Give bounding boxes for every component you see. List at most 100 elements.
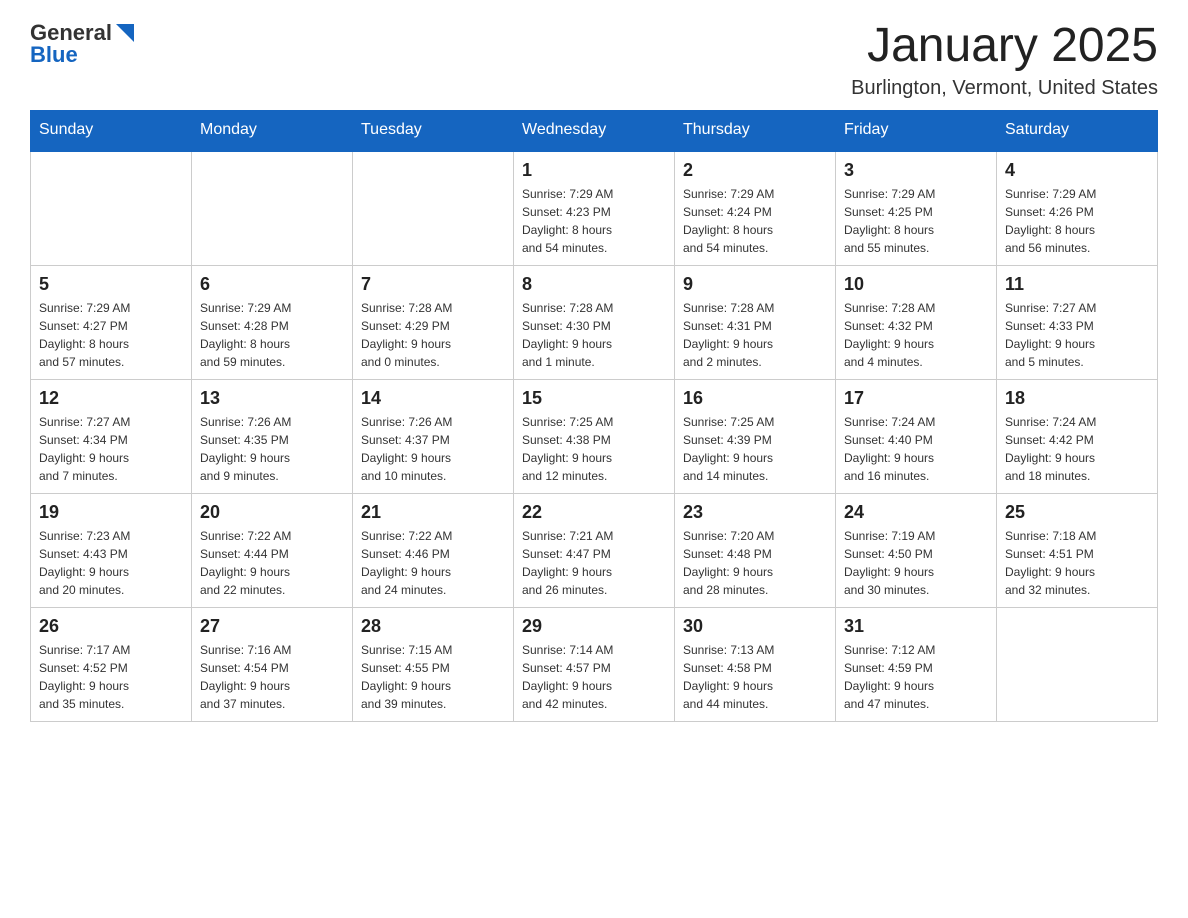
weekday-header-friday: Friday (836, 110, 997, 150)
day-info: Sunrise: 7:12 AM Sunset: 4:59 PM Dayligh… (844, 641, 988, 713)
day-cell-19: 19 Sunrise: 7:23 AM Sunset: 4:43 PM Dayli… (31, 493, 192, 607)
day-cell-4: 4 Sunrise: 7:29 AM Sunset: 4:26 PM Daylig… (997, 150, 1158, 265)
day-info: Sunrise: 7:17 AM Sunset: 4:52 PM Dayligh… (39, 641, 183, 713)
day-info: Sunrise: 7:29 AM Sunset: 4:28 PM Dayligh… (200, 299, 344, 371)
weekday-header-monday: Monday (192, 110, 353, 150)
day-number: 21 (361, 502, 505, 523)
weekday-header-tuesday: Tuesday (353, 110, 514, 150)
day-number: 24 (844, 502, 988, 523)
day-cell-16: 16 Sunrise: 7:25 AM Sunset: 4:39 PM Dayli… (675, 379, 836, 493)
page-header: General Blue January 2025 Burlington, Ve… (30, 20, 1158, 100)
day-number: 28 (361, 616, 505, 637)
week-row-4: 19 Sunrise: 7:23 AM Sunset: 4:43 PM Dayli… (31, 493, 1158, 607)
day-info: Sunrise: 7:28 AM Sunset: 4:29 PM Dayligh… (361, 299, 505, 371)
day-info: Sunrise: 7:23 AM Sunset: 4:43 PM Dayligh… (39, 527, 183, 599)
day-number: 31 (844, 616, 988, 637)
day-info: Sunrise: 7:29 AM Sunset: 4:26 PM Dayligh… (1005, 185, 1149, 257)
day-info: Sunrise: 7:29 AM Sunset: 4:23 PM Dayligh… (522, 185, 666, 257)
calendar-table: SundayMondayTuesdayWednesdayThursdayFrid… (30, 110, 1158, 722)
day-number: 20 (200, 502, 344, 523)
day-number: 6 (200, 274, 344, 295)
day-info: Sunrise: 7:24 AM Sunset: 4:42 PM Dayligh… (1005, 413, 1149, 485)
day-number: 11 (1005, 274, 1149, 295)
day-number: 3 (844, 160, 988, 181)
day-info: Sunrise: 7:28 AM Sunset: 4:32 PM Dayligh… (844, 299, 988, 371)
day-info: Sunrise: 7:26 AM Sunset: 4:37 PM Dayligh… (361, 413, 505, 485)
day-cell-13: 13 Sunrise: 7:26 AM Sunset: 4:35 PM Dayli… (192, 379, 353, 493)
weekday-header-wednesday: Wednesday (514, 110, 675, 150)
day-cell-21: 21 Sunrise: 7:22 AM Sunset: 4:46 PM Dayli… (353, 493, 514, 607)
day-cell-23: 23Sunrise: 7:20 AM Sunset: 4:48 PM Dayli… (675, 493, 836, 607)
day-number: 27 (200, 616, 344, 637)
day-cell-11: 11 Sunrise: 7:27 AM Sunset: 4:33 PM Dayli… (997, 265, 1158, 379)
empty-cell (31, 150, 192, 265)
day-number: 17 (844, 388, 988, 409)
day-number: 7 (361, 274, 505, 295)
logo-arrow-icon (116, 24, 134, 42)
day-info: Sunrise: 7:20 AM Sunset: 4:48 PM Dayligh… (683, 527, 827, 599)
day-cell-15: 15 Sunrise: 7:25 AM Sunset: 4:38 PM Dayli… (514, 379, 675, 493)
day-cell-17: 17 Sunrise: 7:24 AM Sunset: 4:40 PM Dayli… (836, 379, 997, 493)
day-cell-22: 22Sunrise: 7:21 AM Sunset: 4:47 PM Dayli… (514, 493, 675, 607)
day-number: 8 (522, 274, 666, 295)
day-cell-12: 12 Sunrise: 7:27 AM Sunset: 4:34 PM Dayli… (31, 379, 192, 493)
empty-cell (192, 150, 353, 265)
day-number: 18 (1005, 388, 1149, 409)
day-cell-5: 5Sunrise: 7:29 AM Sunset: 4:27 PM Daylig… (31, 265, 192, 379)
day-info: Sunrise: 7:29 AM Sunset: 4:24 PM Dayligh… (683, 185, 827, 257)
day-number: 15 (522, 388, 666, 409)
day-info: Sunrise: 7:27 AM Sunset: 4:33 PM Dayligh… (1005, 299, 1149, 371)
day-info: Sunrise: 7:25 AM Sunset: 4:38 PM Dayligh… (522, 413, 666, 485)
day-cell-26: 26 Sunrise: 7:17 AM Sunset: 4:52 PM Dayli… (31, 607, 192, 721)
day-info: Sunrise: 7:19 AM Sunset: 4:50 PM Dayligh… (844, 527, 988, 599)
day-cell-10: 10 Sunrise: 7:28 AM Sunset: 4:32 PM Dayli… (836, 265, 997, 379)
weekday-row: SundayMondayTuesdayWednesdayThursdayFrid… (31, 110, 1158, 150)
day-number: 4 (1005, 160, 1149, 181)
day-number: 9 (683, 274, 827, 295)
day-number: 29 (522, 616, 666, 637)
day-number: 2 (683, 160, 827, 181)
logo: General Blue (30, 20, 134, 68)
weekday-header-saturday: Saturday (997, 110, 1158, 150)
day-info: Sunrise: 7:24 AM Sunset: 4:40 PM Dayligh… (844, 413, 988, 485)
day-cell-3: 3 Sunrise: 7:29 AM Sunset: 4:25 PM Daylig… (836, 150, 997, 265)
title-block: January 2025 Burlington, Vermont, United… (851, 20, 1158, 100)
day-number: 25 (1005, 502, 1149, 523)
day-number: 16 (683, 388, 827, 409)
day-info: Sunrise: 7:27 AM Sunset: 4:34 PM Dayligh… (39, 413, 183, 485)
location-title: Burlington, Vermont, United States (851, 77, 1158, 100)
day-info: Sunrise: 7:28 AM Sunset: 4:31 PM Dayligh… (683, 299, 827, 371)
day-info: Sunrise: 7:22 AM Sunset: 4:46 PM Dayligh… (361, 527, 505, 599)
day-info: Sunrise: 7:22 AM Sunset: 4:44 PM Dayligh… (200, 527, 344, 599)
weekday-header-thursday: Thursday (675, 110, 836, 150)
day-number: 1 (522, 160, 666, 181)
month-title: January 2025 (851, 20, 1158, 73)
day-number: 10 (844, 274, 988, 295)
day-cell-31: 31 Sunrise: 7:12 AM Sunset: 4:59 PM Dayli… (836, 607, 997, 721)
logo-blue: Blue (30, 42, 78, 68)
day-cell-6: 6 Sunrise: 7:29 AM Sunset: 4:28 PM Daylig… (192, 265, 353, 379)
day-number: 5 (39, 274, 183, 295)
week-row-1: 1 Sunrise: 7:29 AM Sunset: 4:23 PM Daylig… (31, 150, 1158, 265)
day-info: Sunrise: 7:26 AM Sunset: 4:35 PM Dayligh… (200, 413, 344, 485)
day-info: Sunrise: 7:16 AM Sunset: 4:54 PM Dayligh… (200, 641, 344, 713)
day-number: 19 (39, 502, 183, 523)
weekday-header-sunday: Sunday (31, 110, 192, 150)
day-number: 26 (39, 616, 183, 637)
day-cell-2: 2 Sunrise: 7:29 AM Sunset: 4:24 PM Daylig… (675, 150, 836, 265)
day-number: 12 (39, 388, 183, 409)
day-number: 13 (200, 388, 344, 409)
day-cell-20: 20 Sunrise: 7:22 AM Sunset: 4:44 PM Dayli… (192, 493, 353, 607)
day-cell-9: 9 Sunrise: 7:28 AM Sunset: 4:31 PM Daylig… (675, 265, 836, 379)
day-info: Sunrise: 7:13 AM Sunset: 4:58 PM Dayligh… (683, 641, 827, 713)
day-info: Sunrise: 7:28 AM Sunset: 4:30 PM Dayligh… (522, 299, 666, 371)
calendar-header: SundayMondayTuesdayWednesdayThursdayFrid… (31, 110, 1158, 150)
day-info: Sunrise: 7:21 AM Sunset: 4:47 PM Dayligh… (522, 527, 666, 599)
day-cell-18: 18 Sunrise: 7:24 AM Sunset: 4:42 PM Dayli… (997, 379, 1158, 493)
day-info: Sunrise: 7:25 AM Sunset: 4:39 PM Dayligh… (683, 413, 827, 485)
day-cell-1: 1 Sunrise: 7:29 AM Sunset: 4:23 PM Daylig… (514, 150, 675, 265)
day-cell-27: 27 Sunrise: 7:16 AM Sunset: 4:54 PM Dayli… (192, 607, 353, 721)
day-info: Sunrise: 7:29 AM Sunset: 4:25 PM Dayligh… (844, 185, 988, 257)
day-cell-24: 24 Sunrise: 7:19 AM Sunset: 4:50 PM Dayli… (836, 493, 997, 607)
week-row-5: 26 Sunrise: 7:17 AM Sunset: 4:52 PM Dayli… (31, 607, 1158, 721)
